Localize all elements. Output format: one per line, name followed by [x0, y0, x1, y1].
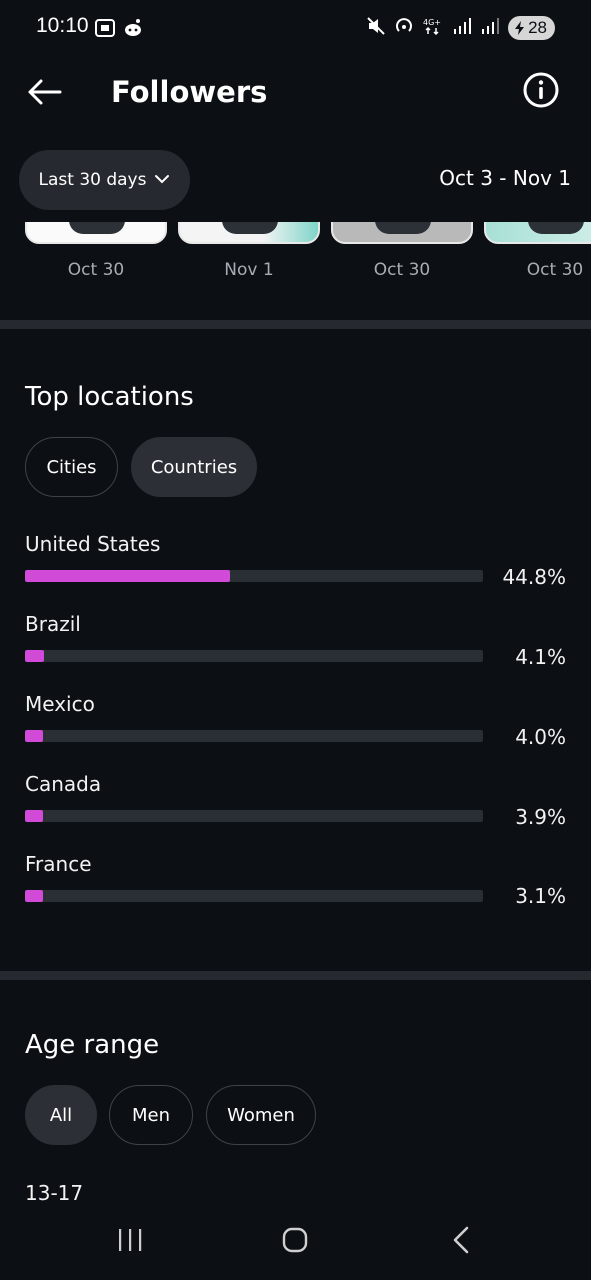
home-icon	[282, 1227, 308, 1257]
location-bar-fill	[25, 650, 44, 662]
4g-icon: 4G+	[422, 16, 444, 40]
back-button[interactable]	[22, 72, 66, 116]
tab-all[interactable]: All	[25, 1085, 97, 1145]
location-name: France	[25, 852, 92, 876]
date-range-dropdown[interactable]: Last 30 days	[19, 150, 190, 210]
age-row-label: 13-17	[25, 1181, 84, 1205]
screenshot-icon	[94, 18, 116, 42]
location-bar	[25, 570, 483, 582]
home-button[interactable]	[265, 1222, 325, 1262]
recents-icon	[117, 1228, 143, 1256]
location-bar-fill	[25, 890, 44, 902]
location-bar	[25, 890, 483, 902]
post-thumbnail-strip	[0, 222, 591, 250]
reddit-icon	[122, 18, 144, 42]
mute-icon	[366, 16, 386, 40]
location-percent: 4.0%	[515, 725, 566, 749]
tab-men[interactable]: Men	[109, 1085, 193, 1145]
signal-icon	[452, 16, 472, 40]
thumbnail-date: Oct 30	[67, 260, 125, 280]
location-name: Canada	[25, 772, 102, 796]
recents-button[interactable]	[100, 1222, 160, 1262]
location-name: United States	[25, 532, 161, 556]
back-chevron-icon	[452, 1226, 470, 1258]
chevron-down-icon	[154, 170, 170, 190]
battery-level: 28	[528, 18, 547, 37]
location-percent: 3.1%	[515, 884, 566, 908]
post-thumbnail[interactable]	[484, 222, 591, 244]
info-icon	[523, 72, 559, 112]
status-time: 10:10	[36, 14, 89, 37]
page-title: Followers	[111, 75, 268, 109]
back-nav-button[interactable]	[431, 1222, 491, 1262]
location-name: Mexico	[25, 692, 95, 716]
thumbnail-date: Oct 30	[526, 260, 584, 280]
tab-women[interactable]: Women	[206, 1085, 316, 1145]
tab-countries[interactable]: Countries	[131, 437, 257, 497]
top-locations-title: Top locations	[25, 382, 194, 412]
thumbnail-date: Oct 30	[373, 260, 431, 280]
location-percent: 44.8%	[502, 565, 566, 589]
post-thumbnail[interactable]	[178, 222, 320, 244]
location-bar-fill	[25, 730, 44, 742]
status-left-icons	[94, 18, 144, 42]
location-bar	[25, 810, 483, 822]
status-right-icons: 4G+ 28	[366, 16, 555, 40]
tab-cities[interactable]: Cities	[25, 437, 118, 497]
section-divider	[0, 320, 591, 329]
location-percent: 3.9%	[515, 805, 566, 829]
info-button[interactable]	[519, 70, 563, 114]
battery-icon: 28	[508, 16, 555, 40]
location-bar	[25, 730, 483, 742]
location-bar	[25, 650, 483, 662]
location-name: Brazil	[25, 612, 81, 636]
location-percent: 4.1%	[515, 645, 566, 669]
post-thumbnail[interactable]	[25, 222, 167, 244]
post-thumbnail[interactable]	[331, 222, 473, 244]
thumbnail-date: Nov 1	[224, 260, 274, 280]
signal-icon-2	[480, 16, 500, 40]
back-arrow-icon	[26, 78, 62, 110]
date-range-label: Last 30 days	[38, 170, 147, 190]
age-range-title: Age range	[25, 1030, 160, 1060]
hotspot-icon	[394, 16, 414, 40]
location-bar-fill	[25, 810, 44, 822]
section-divider	[0, 971, 591, 980]
svg-text:4G+: 4G+	[423, 18, 441, 27]
location-bar-fill	[25, 570, 231, 582]
date-range-text: Oct 3 - Nov 1	[439, 166, 571, 190]
